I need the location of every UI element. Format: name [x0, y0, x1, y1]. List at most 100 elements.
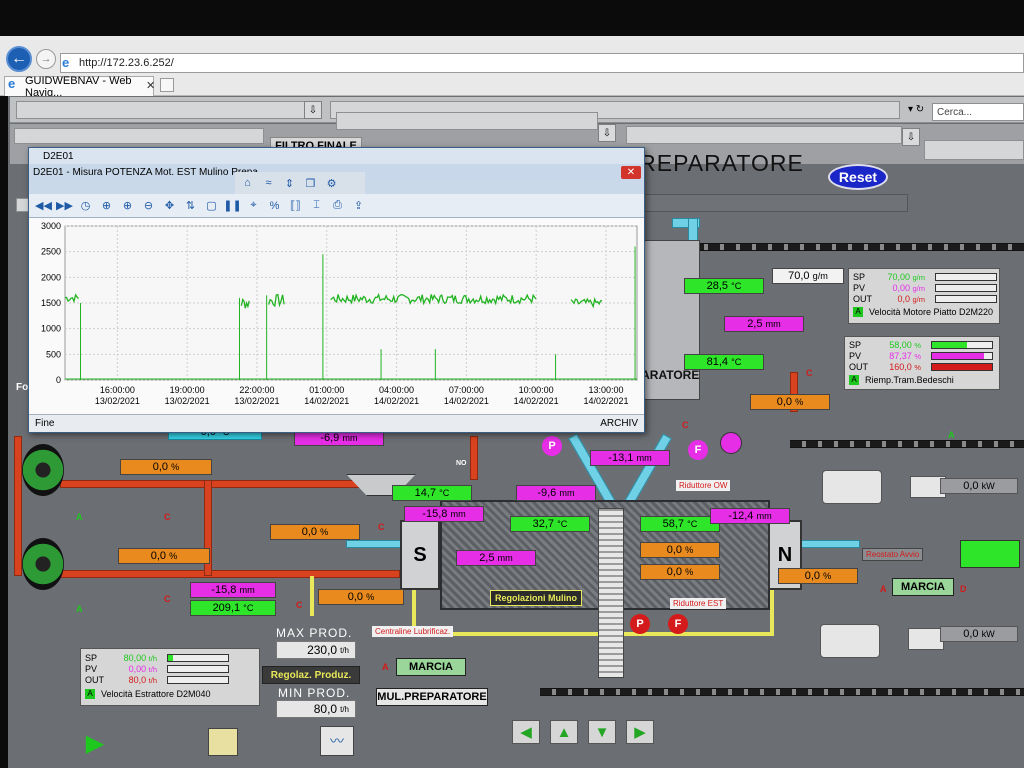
- centraline-label[interactable]: Centraline Lubrificaz.: [372, 626, 454, 637]
- value: 14,7: [414, 487, 437, 499]
- nav-down-button[interactable]: ▼: [588, 720, 616, 744]
- home-icon[interactable]: ⌂: [239, 175, 256, 192]
- mm-top-tag[interactable]: 2,5 mm: [724, 316, 804, 332]
- zoom-icon[interactable]: ⊕: [98, 197, 115, 214]
- clock-icon[interactable]: ◷: [77, 197, 94, 214]
- kw-2-tag[interactable]: 0,0 kW: [940, 626, 1018, 642]
- range-icon[interactable]: ⟦⟧: [287, 197, 304, 214]
- out-label: OUT: [85, 674, 104, 685]
- kw-1-tag[interactable]: 0,0 kW: [940, 478, 1018, 494]
- min-prod-field[interactable]: 80,0 t/h: [276, 700, 356, 718]
- pan-icon[interactable]: ✥: [161, 197, 178, 214]
- fit-icon[interactable]: ▢: [203, 197, 220, 214]
- flow-f-icon-2[interactable]: F: [668, 614, 688, 634]
- rewind-icon[interactable]: ◀◀: [35, 197, 52, 214]
- letter-a-red: A: [880, 584, 887, 594]
- refresh-icon[interactable]: ▾ ↻: [908, 104, 924, 115]
- mul-preparatore-button[interactable]: MUL.PREPARATORE: [376, 688, 488, 706]
- panel-motor-piatto[interactable]: SP 70,00 g/m PV 0,00 g/m OUT 0,0 g/m A Veloc…: [848, 268, 1000, 324]
- pct-f-tag[interactable]: 0,0 %: [318, 589, 404, 605]
- x-tick-time: 16:00:00: [100, 385, 135, 395]
- selector-field-1[interactable]: [16, 101, 306, 119]
- panel-riemp-tram[interactable]: SP 58,00 % PV 87,37 % OUT 160,0 % A Riemp.Tr…: [844, 336, 1000, 390]
- value: 0,0: [666, 544, 683, 556]
- trend-chart-icon[interactable]: 〰: [320, 726, 354, 756]
- nav-left-button[interactable]: ◀: [512, 720, 540, 744]
- search-input[interactable]: Cerca...: [932, 103, 1024, 121]
- pct-c-tag[interactable]: 0,0 %: [120, 459, 212, 475]
- nav-right-button[interactable]: ▶: [626, 720, 654, 744]
- pct-right-tag[interactable]: 0,0 %: [750, 394, 830, 410]
- trend-window[interactable]: D2E01 D2E01 - Misura POTENZA Mot. EST Mu…: [28, 147, 645, 433]
- zoom-in-icon[interactable]: ⊕: [119, 197, 136, 214]
- neg-9-6-tag[interactable]: -9,6 mm: [516, 485, 596, 501]
- neg-15-8-left-tag[interactable]: -15,8 mm: [190, 582, 276, 598]
- header-field-c[interactable]: [626, 126, 902, 144]
- forward-button[interactable]: →: [36, 49, 56, 69]
- flow-f-icon[interactable]: F: [688, 440, 708, 460]
- reostato-label[interactable]: Reostato Avvio: [862, 548, 924, 561]
- pct-e-tag[interactable]: 0,0 %: [270, 524, 360, 540]
- print-icon[interactable]: ⎙: [329, 197, 346, 214]
- percent-icon[interactable]: %: [266, 197, 283, 214]
- back-button[interactable]: ←: [6, 46, 32, 72]
- marcia-right-button[interactable]: MARCIA: [892, 578, 954, 596]
- header-field-d[interactable]: [924, 140, 1024, 160]
- cursor-icon[interactable]: ⌖: [245, 197, 262, 214]
- dropdown-arrow-icon[interactable]: ⇩: [304, 101, 322, 119]
- temp-top-tag[interactable]: 28,5 °C: [684, 278, 764, 294]
- export-icon[interactable]: ⇪: [350, 197, 367, 214]
- window-tab[interactable]: D2E01: [29, 148, 644, 164]
- copy-icon[interactable]: ❐: [302, 175, 319, 192]
- neg-12-4-tag[interactable]: -12,4 mm: [710, 508, 790, 524]
- mm-2-5-mid-tag[interactable]: 2,5 mm: [456, 550, 536, 566]
- dropdown-arrow-icon-2[interactable]: ⇩: [598, 124, 616, 142]
- gm-tag[interactable]: 70,0 g/m: [772, 268, 844, 284]
- header-field-a[interactable]: [14, 128, 264, 144]
- conveyor-bottom: [540, 688, 1024, 696]
- sp-bar: [935, 272, 997, 281]
- regolazioni-mulino-button[interactable]: Regolazioni Mulino: [490, 590, 582, 606]
- scale-icon[interactable]: ⇕: [281, 175, 298, 192]
- zoom-out-icon[interactable]: ⊖: [140, 197, 157, 214]
- pressure-p-icon-2[interactable]: P: [630, 614, 650, 634]
- pct-a-tag[interactable]: 0,0 %: [640, 542, 720, 558]
- marker-icon[interactable]: ⌶: [308, 197, 325, 214]
- auto-a-icon: A: [85, 688, 95, 699]
- pause-icon[interactable]: ❚❚: [223, 197, 241, 214]
- x-tick-date: 14/02/2021: [304, 396, 349, 406]
- settings-icon[interactable]: ⚙: [323, 175, 340, 192]
- forward-icon[interactable]: ▶▶: [56, 197, 73, 214]
- vertical-scale-icon[interactable]: ⇅: [182, 197, 199, 214]
- max-prod-field[interactable]: 230,0 t/h: [276, 641, 356, 659]
- play-icon[interactable]: ▶: [80, 728, 110, 758]
- panel-estrattore[interactable]: SP 80,00 t/h PV 0,00 t/h OUT 80,0 t/h A Velo…: [80, 648, 260, 706]
- neg-15-8-mid-tag[interactable]: -15,8 mm: [404, 506, 484, 522]
- tab-close-icon[interactable]: ✕: [146, 79, 155, 92]
- pct-d-tag[interactable]: 0,0 %: [118, 548, 210, 564]
- address-bar[interactable]: http://172.23.6.252/: [60, 53, 1024, 73]
- neg-13-1-tag[interactable]: -13,1 mm: [590, 450, 670, 466]
- pct-g-tag[interactable]: 0,0 %: [778, 568, 858, 584]
- header-field-b[interactable]: [336, 112, 598, 130]
- value: -15,8: [211, 584, 237, 596]
- temp-209-tag[interactable]: 209,1 °C: [190, 600, 276, 616]
- regolaz-produz-button[interactable]: Regolaz. Produz.: [262, 666, 360, 684]
- notes-icon[interactable]: [208, 728, 238, 756]
- temp-32-7-tag[interactable]: 32,7 °C: [510, 516, 590, 532]
- y-tick-label: 1000: [41, 324, 61, 334]
- nav-up-button[interactable]: ▲: [550, 720, 578, 744]
- pressure-p-icon[interactable]: P: [542, 436, 562, 456]
- dropdown-arrow-icon-3[interactable]: ⇩: [902, 128, 920, 146]
- browser-tab[interactable]: GUIDWEBNAV - Web Navig...: [4, 75, 154, 99]
- trend-chart[interactable]: 05001000150020002500300016:00:0013/02/20…: [29, 218, 644, 414]
- marcia-left-button[interactable]: MARCIA: [396, 658, 466, 676]
- window-close-button[interactable]: ✕: [621, 166, 641, 179]
- new-tab-button[interactable]: [160, 78, 174, 92]
- pct-b-tag[interactable]: 0,0 %: [640, 564, 720, 580]
- trend-icon[interactable]: ≈: [260, 175, 277, 192]
- reset-button[interactable]: Reset: [828, 164, 888, 190]
- trend-plot-area[interactable]: 0 500 1000 1500 2000 2500 3000 16:00:00 13/02/20…: [29, 218, 644, 414]
- temp-58-7-tag[interactable]: 58,7 °C: [640, 516, 720, 532]
- temp-14-7-tag[interactable]: 14,7 °C: [392, 485, 472, 501]
